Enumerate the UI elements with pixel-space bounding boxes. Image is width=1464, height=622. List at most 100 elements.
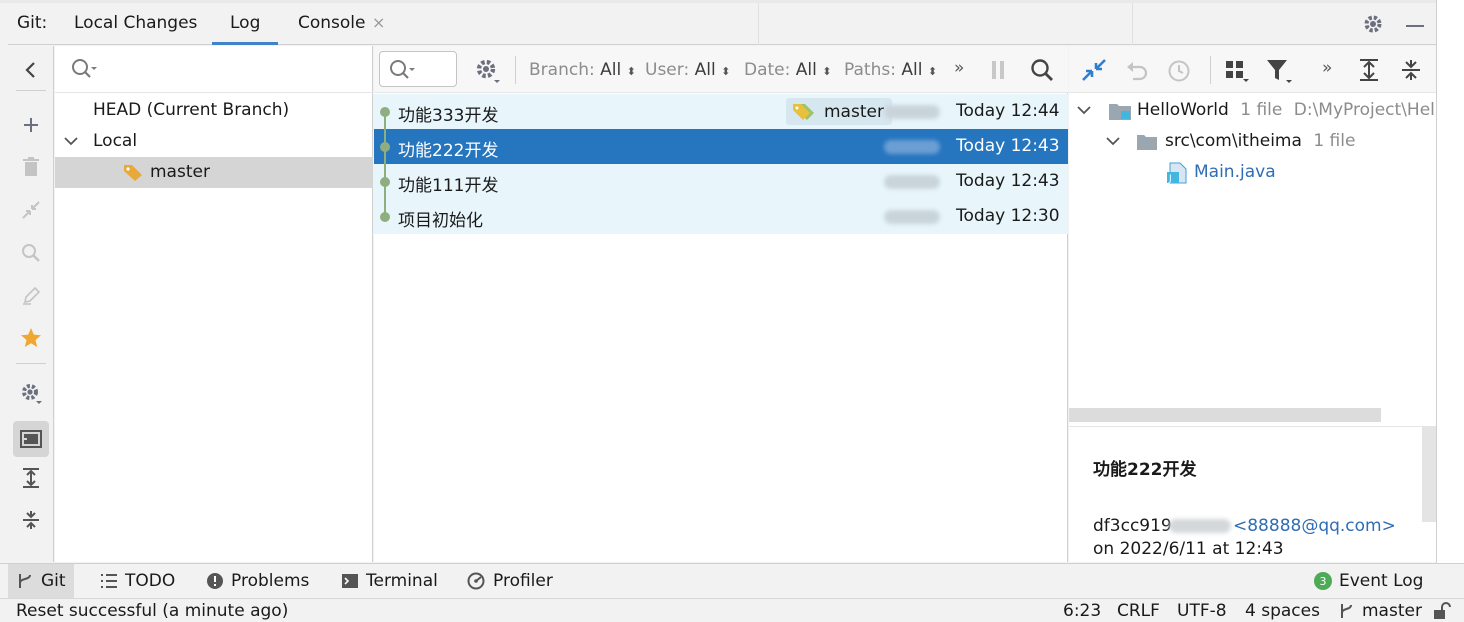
filter-branch[interactable]: Branch: All ⬍ (529, 60, 636, 80)
status-branch-widget[interactable]: master (1338, 601, 1422, 621)
commit-graph-node (380, 142, 390, 152)
log-settings-gear-icon[interactable] (475, 58, 501, 84)
terminal-icon (342, 574, 358, 588)
stripe-profiler-label: Profiler (493, 571, 553, 591)
toolbar-separator (515, 56, 516, 84)
group-by-icon[interactable] (1224, 59, 1250, 83)
branch-group-label: Local (93, 131, 138, 151)
folder-icon (1136, 133, 1158, 151)
diff-arrows-icon[interactable] (1081, 58, 1107, 82)
commit-date: Today 12:43 (956, 171, 1060, 191)
commit-message: 功能333开发 (398, 106, 499, 126)
settings-gear-icon[interactable] (1362, 13, 1384, 35)
chevron-down-icon[interactable] (1106, 137, 1120, 147)
search-icon[interactable] (1030, 58, 1054, 82)
close-tab-icon[interactable]: × (372, 13, 385, 32)
tree-folder-count: 1 file (1313, 131, 1356, 151)
tab-console[interactable]: Console (298, 13, 366, 45)
stripe-event-log-button[interactable]: 3 Event Log (1306, 564, 1431, 598)
toolbar-separator (1210, 56, 1211, 84)
commit-row[interactable]: 功能222开发 Today 12:43 (374, 129, 1068, 164)
lock-icon[interactable] (1432, 602, 1452, 620)
more-icon[interactable]: » (1322, 58, 1332, 78)
minimize-icon[interactable] (1406, 25, 1424, 27)
stripe-git-button[interactable]: Git (8, 564, 74, 598)
expand-all-icon[interactable] (1359, 58, 1379, 82)
collapse-all-icon[interactable] (19, 508, 43, 532)
chevron-down-icon[interactable] (1077, 106, 1091, 116)
status-line-separator[interactable]: CRLF (1117, 601, 1160, 621)
status-message[interactable]: Reset successful (a minute ago) (16, 601, 288, 621)
merge-icon[interactable] (19, 198, 43, 222)
commit-message: 项目初始化 (398, 211, 483, 231)
stripe-problems-label: Problems (231, 571, 310, 591)
branch-search-field[interactable] (55, 46, 373, 93)
commit-details: 功能222开发 df3cc919 <88888@qq.com> on 2022/… (1069, 426, 1436, 562)
revert-icon[interactable] (1125, 59, 1149, 81)
commit-row[interactable]: 功能111开发 Today 12:43 (374, 164, 1068, 199)
stripe-todo-button[interactable]: TODO (92, 564, 183, 598)
tree-file-name: Main.java (1194, 162, 1276, 182)
filter-branch-value: All (600, 60, 622, 80)
status-caret-position[interactable]: 6:23 (1063, 601, 1101, 621)
search-icon[interactable] (19, 241, 43, 265)
log-search-field[interactable] (379, 51, 457, 87)
stripe-terminal-button[interactable]: Terminal (333, 564, 446, 598)
layout-toggle-icon[interactable] (13, 421, 49, 457)
stripe-problems-button[interactable]: Problems (198, 564, 317, 598)
expand-all-icon[interactable] (19, 466, 43, 490)
filter-date[interactable]: Date: All ⬍ (744, 60, 831, 80)
filter-user[interactable]: User: All ⬍ (645, 60, 730, 80)
tree-item-project[interactable]: HelloWorld 1 file D:\MyProject\Hell (1069, 95, 1436, 126)
favorite-star-icon[interactable] (19, 326, 43, 350)
toolbar-separator (16, 363, 46, 364)
vertical-scrollbar[interactable] (1422, 426, 1436, 522)
git-branch-icon (19, 574, 31, 588)
commit-date: Today 12:30 (956, 206, 1060, 226)
horizontal-scrollbar[interactable] (1069, 408, 1381, 422)
tab-log[interactable]: Log (212, 13, 279, 45)
filter-funnel-icon[interactable] (1265, 58, 1293, 84)
filter-date-name: Date: (744, 60, 791, 80)
history-clock-icon[interactable] (1167, 59, 1191, 83)
branch-tag-label[interactable]: master (786, 98, 892, 125)
stripe-profiler-button[interactable]: Profiler (458, 564, 561, 598)
delete-icon[interactable] (19, 155, 43, 179)
filter-paths[interactable]: Paths: All ⬍ (844, 60, 937, 80)
tab-local-changes[interactable]: Local Changes (74, 13, 197, 45)
details-hash[interactable]: df3cc919 (1093, 516, 1172, 536)
more-icon[interactable]: » (954, 58, 964, 78)
settings-gear-icon[interactable] (19, 381, 43, 405)
left-toolbar (8, 46, 54, 562)
chevron-down-icon[interactable] (64, 137, 78, 147)
collapse-all-icon[interactable] (1401, 58, 1421, 82)
commit-graph-node (380, 107, 390, 117)
branch-item-master[interactable]: master (55, 157, 373, 188)
status-bar: Reset successful (a minute ago) 6:23 CRL… (0, 598, 1464, 622)
branch-head-item[interactable]: HEAD (Current Branch) (55, 95, 373, 126)
tree-item-folder[interactable]: src\com\itheima 1 file (1069, 126, 1436, 157)
branch-head-label: HEAD (Current Branch) (93, 100, 290, 120)
pause-icon[interactable] (991, 60, 1005, 80)
status-branch-name: master (1362, 601, 1422, 621)
svg-text:J: J (1168, 174, 1172, 184)
add-icon[interactable] (19, 113, 43, 137)
edit-icon[interactable] (19, 284, 43, 308)
commit-graph-node (380, 177, 390, 187)
commit-row[interactable]: 项目初始化 Today 12:30 (374, 199, 1068, 234)
java-file-icon: J (1166, 162, 1188, 184)
tree-item-file[interactable]: J Main.java (1069, 157, 1436, 188)
commit-row[interactable]: 功能333开发 master Today 12:44 (374, 94, 1068, 129)
filter-paths-value: All (901, 60, 923, 80)
status-encoding[interactable]: UTF-8 (1177, 601, 1227, 621)
right-edge-strip (1436, 0, 1464, 563)
status-indent[interactable]: 4 spaces (1245, 601, 1320, 621)
git-branch-icon (1341, 604, 1352, 618)
tool-window-header: Git: Local Changes Log Console × (8, 3, 1436, 45)
dropdown-arrows-icon: ⬍ (927, 65, 938, 78)
commit-date: Today 12:43 (956, 136, 1060, 156)
commit-author-redacted (884, 210, 940, 224)
branch-group-local[interactable]: Local (55, 126, 373, 157)
collapse-left-icon[interactable] (19, 58, 43, 82)
details-email-link[interactable]: <88888@qq.com> (1233, 516, 1396, 536)
